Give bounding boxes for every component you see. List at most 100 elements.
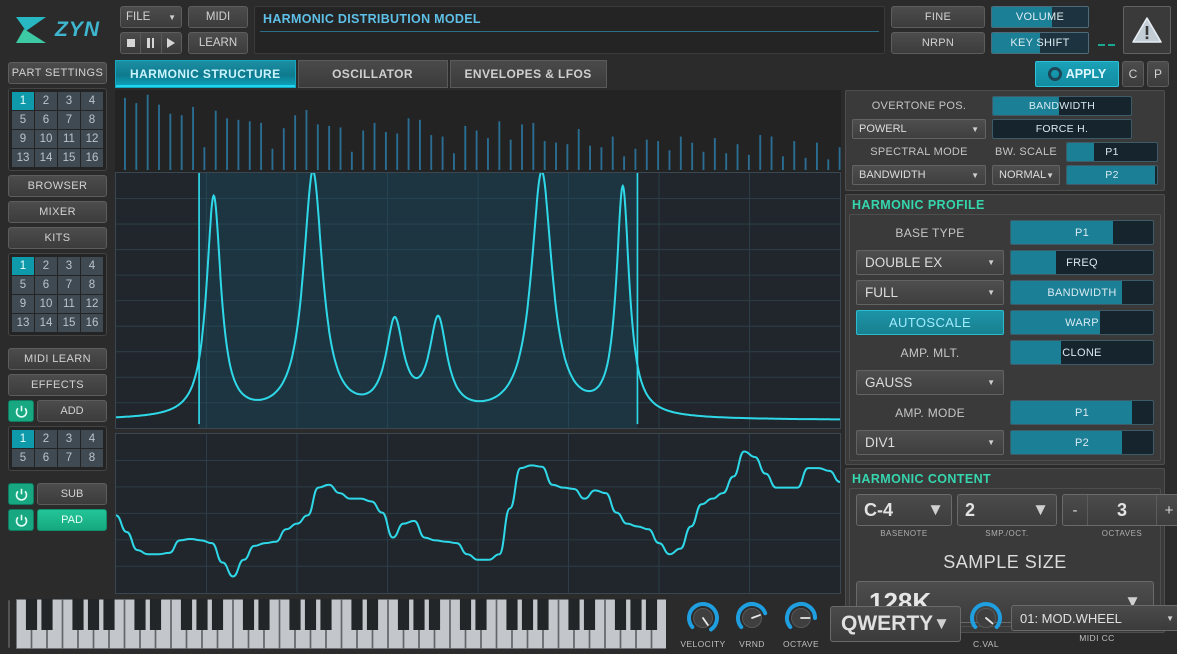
apply-button[interactable]: APPLY [1035,61,1119,87]
midi-cc-dropdown[interactable]: 01: MOD.WHEEL ▼ [1011,605,1177,631]
grid-cell-8[interactable]: 8 [81,111,103,129]
profile-p1-slider[interactable]: P1 [1010,220,1154,245]
amp-p1-slider[interactable]: P1 [1010,400,1154,425]
add-power-button[interactable] [8,400,34,422]
preset-title-box[interactable]: HARMONIC DISTRIBUTION MODEL [254,6,885,54]
grid-cell-7[interactable]: 7 [58,111,80,129]
grid-cell-16[interactable]: 16 [81,314,103,332]
midi-button[interactable]: MIDI [188,6,248,28]
copy-button[interactable]: C [1122,61,1144,87]
spectral-mode-dropdown[interactable]: BANDWIDTH ▼ [852,165,986,185]
grid-cell-5[interactable]: 5 [12,449,34,467]
grid-cell-12[interactable]: 12 [81,295,103,313]
profile-warp-slider[interactable]: WARP [1010,310,1154,335]
waveform-graph[interactable] [115,433,841,594]
overtone-bandwidth-slider[interactable]: BANDWIDTH [992,96,1132,116]
profile-clone-slider[interactable]: CLONE [1010,340,1154,365]
grid-cell-5[interactable]: 5 [12,111,34,129]
grid-cell-2[interactable]: 2 [35,430,57,448]
play-button[interactable] [162,33,181,53]
file-menu-button[interactable]: FILE ▼ [120,6,182,28]
sidebar-item-sub[interactable]: SUB [37,483,107,505]
base-type-dropdown[interactable]: DOUBLE EX ▼ [856,250,1004,275]
warning-button[interactable] [1123,6,1171,54]
grid-cell-15[interactable]: 15 [58,149,80,167]
grid-cell-8[interactable]: 8 [81,276,103,294]
octaves-value[interactable]: 3 [1087,495,1157,525]
grid-cell-1[interactable]: 1 [12,257,34,275]
tab-oscillator[interactable]: OSCILLATOR [298,60,448,88]
fine-button[interactable]: FINE [891,6,985,28]
grid-cell-14[interactable]: 14 [35,149,57,167]
top-p1-slider[interactable]: P1 [1066,142,1158,162]
grid-cell-12[interactable]: 12 [81,130,103,148]
volume-slider[interactable]: VOLUME [991,6,1089,28]
grid-cell-2[interactable]: 2 [35,92,57,110]
grid-cell-13[interactable]: 13 [12,314,34,332]
pitch-mod-wheel[interactable] [8,600,10,648]
autoscale-button[interactable]: AUTOSCALE [856,310,1004,335]
overtone-pos-dropdown[interactable]: POWERL ▼ [852,119,986,139]
sidebar-item-kits[interactable]: KITS [8,227,107,249]
grid-cell-1[interactable]: 1 [12,430,34,448]
grid-cell-4[interactable]: 4 [81,92,103,110]
profile-bandwidth-slider[interactable]: BANDWIDTH [1010,280,1154,305]
grid-cell-6[interactable]: 6 [35,449,57,467]
learn-button[interactable]: LEARN [188,32,248,54]
grid-cell-7[interactable]: 7 [58,276,80,294]
grid-cell-11[interactable]: 11 [58,295,80,313]
cval-knob[interactable] [967,599,1005,637]
grid-cell-16[interactable]: 16 [81,149,103,167]
tab-harmonic-structure[interactable]: HARMONIC STRUCTURE [115,60,296,88]
octaves-increment-button[interactable]: + [1157,495,1177,525]
spectral-profile-graph[interactable] [115,172,841,429]
grid-cell-4[interactable]: 4 [81,257,103,275]
nrpn-button[interactable]: NRPN [891,32,985,54]
grid-cell-10[interactable]: 10 [35,295,57,313]
amp-p2-slider[interactable]: P2 [1010,430,1154,455]
vrnd-knob[interactable] [733,599,771,637]
sidebar-item-part-settings[interactable]: PART SETTINGS [8,62,107,84]
force-h-slider[interactable]: FORCE H. [992,119,1132,139]
pause-button[interactable] [141,33,161,53]
base-type-mod-dropdown[interactable]: FULL ▼ [856,280,1004,305]
grid-cell-8[interactable]: 8 [81,449,103,467]
sub-power-button[interactable] [8,483,34,505]
grid-cell-11[interactable]: 11 [58,130,80,148]
grid-cell-6[interactable]: 6 [35,111,57,129]
top-p2-slider[interactable]: P2 [1066,165,1158,185]
smp-oct-dropdown[interactable]: 2 ▼ [957,494,1057,526]
grid-cell-1[interactable]: 1 [12,92,34,110]
basenote-dropdown[interactable]: C-4 ▼ [856,494,952,526]
grid-cell-5[interactable]: 5 [12,276,34,294]
octave-knob[interactable] [782,599,820,637]
tab-envelopes-lfos[interactable]: ENVELOPES & LFOS [450,60,607,88]
harmonic-spectrum-display[interactable] [115,90,841,172]
grid-cell-3[interactable]: 3 [58,257,80,275]
paste-button[interactable]: P [1147,61,1169,87]
grid-cell-6[interactable]: 6 [35,276,57,294]
piano-keyboard[interactable] [16,599,666,649]
amp-mode-dropdown[interactable]: DIV1 ▼ [856,430,1004,455]
grid-cell-9[interactable]: 9 [12,130,34,148]
grid-cell-4[interactable]: 4 [81,430,103,448]
sidebar-item-effects[interactable]: EFFECTS [8,374,107,396]
grid-cell-7[interactable]: 7 [58,449,80,467]
velocity-knob[interactable] [684,599,722,637]
sidebar-item-add[interactable]: ADD [37,400,107,422]
profile-freq-slider[interactable]: FREQ [1010,250,1154,275]
stop-button[interactable] [121,33,141,53]
sidebar-item-midi-learn[interactable]: MIDI LEARN [8,348,107,370]
grid-cell-9[interactable]: 9 [12,295,34,313]
sidebar-item-pad[interactable]: PAD [37,509,107,531]
octaves-decrement-button[interactable]: - [1063,495,1087,525]
pad-power-button[interactable] [8,509,34,531]
keyshift-slider[interactable]: KEY SHIFT [991,32,1089,54]
amp-mlt-dropdown[interactable]: GAUSS ▼ [856,370,1004,395]
grid-cell-3[interactable]: 3 [58,430,80,448]
grid-cell-13[interactable]: 13 [12,149,34,167]
grid-cell-15[interactable]: 15 [58,314,80,332]
sidebar-item-browser[interactable]: BROWSER [8,175,107,197]
keyboard-mode-dropdown[interactable]: QWERTY ▼ [830,606,961,642]
grid-cell-3[interactable]: 3 [58,92,80,110]
